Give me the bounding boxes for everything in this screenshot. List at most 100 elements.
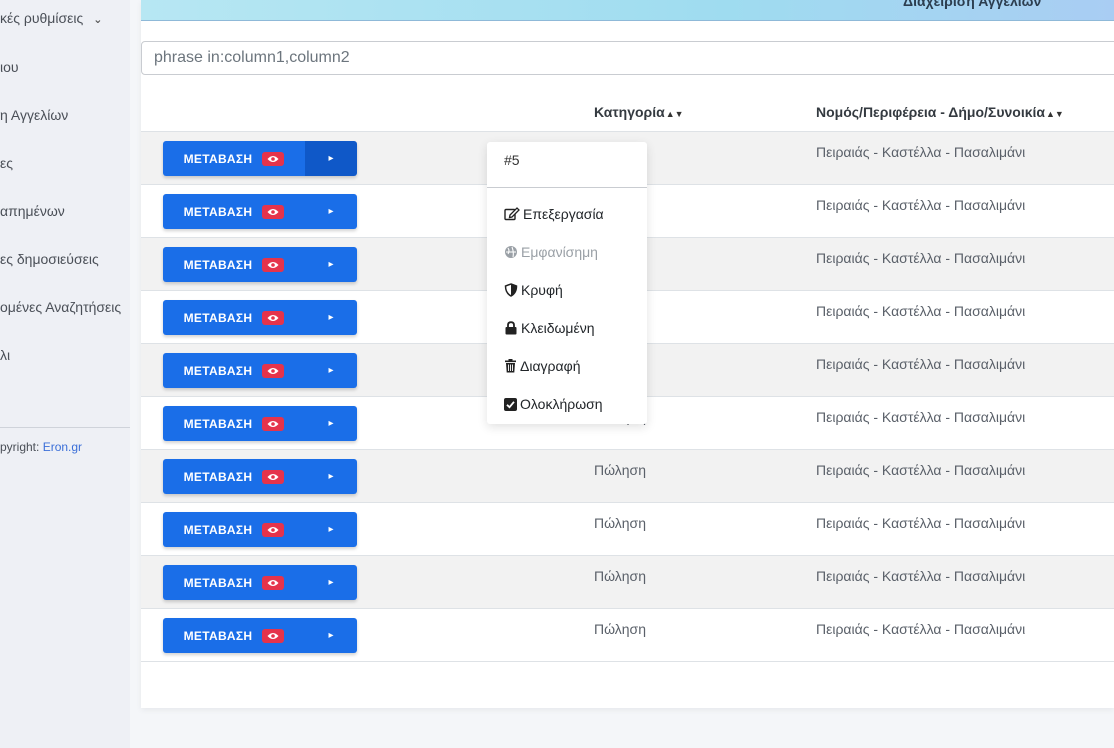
sidebar: κές ρυθμίσεις ⌄ ιου η Αγγελίων ες απημένω… bbox=[0, 0, 130, 748]
category-cell: Πώληση bbox=[594, 621, 646, 637]
column-header-label: Νομός/Περιφέρεια - Δήμο/Συνοικία bbox=[816, 104, 1046, 120]
chevron-right-icon: ▸ bbox=[328, 153, 334, 164]
location-cell: Πειραιάς - Καστέλλα - Πασαλιμάνι bbox=[816, 144, 1026, 160]
goto-button[interactable]: ΜΕΤΑΒΑΣΗ bbox=[163, 194, 305, 229]
goto-button[interactable]: ΜΕΤΑΒΑΣΗ bbox=[163, 353, 305, 388]
action-button-group: ΜΕΤΑΒΑΣΗ ▸ bbox=[163, 512, 357, 547]
goto-button-label: ΜΕΤΑΒΑΣΗ bbox=[183, 204, 253, 219]
dropdown-toggle-button[interactable]: ▸ bbox=[305, 194, 357, 229]
goto-button-label: ΜΕΤΑΒΑΣΗ bbox=[183, 257, 253, 272]
action-button-group: ΜΕΤΑΒΑΣΗ ▸ bbox=[163, 141, 357, 176]
sidebar-item-listings[interactable]: η Αγγελίων bbox=[0, 107, 68, 123]
eye-icon bbox=[262, 363, 285, 378]
dropdown-toggle-button[interactable]: ▸ bbox=[305, 141, 357, 176]
chevron-down-icon: ⌄ bbox=[93, 14, 103, 26]
chevron-right-icon: ▸ bbox=[328, 577, 334, 588]
column-header-category[interactable]: Κατηγορία▲▼ bbox=[594, 104, 684, 120]
location-cell: Πειραιάς - Καστέλλα - Πασαλιμάνι bbox=[816, 197, 1026, 213]
chevron-right-icon: ▸ bbox=[328, 365, 334, 376]
dropdown-toggle-button[interactable]: ▸ bbox=[305, 512, 357, 547]
category-cell: Πώληση bbox=[594, 568, 646, 584]
lock-icon bbox=[504, 321, 518, 335]
sidebar-item-label: ομένες Αναζητήσεις bbox=[0, 299, 122, 315]
menu-item-hidden[interactable]: Κρυφή bbox=[504, 282, 563, 298]
goto-button-label: ΜΕΤΑΒΑΣΗ bbox=[183, 151, 253, 166]
dropdown-toggle-button[interactable]: ▸ bbox=[305, 618, 357, 653]
goto-button[interactable]: ΜΕΤΑΒΑΣΗ bbox=[163, 618, 305, 653]
category-cell: Πώληση bbox=[594, 515, 646, 531]
location-cell: Πειραιάς - Καστέλλα - Πασαλιμάνι bbox=[816, 356, 1026, 372]
dropdown-divider bbox=[487, 187, 647, 188]
action-button-group: ΜΕΤΑΒΑΣΗ ▸ bbox=[163, 353, 357, 388]
menu-item-visible[interactable]: Εμφανίσημη bbox=[504, 244, 598, 260]
dropdown-toggle-button[interactable]: ▸ bbox=[305, 459, 357, 494]
goto-button-label: ΜΕΤΑΒΑΣΗ bbox=[183, 416, 253, 431]
location-cell: Πειραιάς - Καστέλλα - Πασαλιμάνι bbox=[816, 250, 1026, 266]
menu-item-complete[interactable]: Ολοκλήρωση bbox=[504, 396, 603, 412]
menu-item-delete[interactable]: Διαγραφή bbox=[504, 358, 580, 374]
sidebar-item-messages[interactable]: ες bbox=[0, 155, 13, 171]
goto-button-label: ΜΕΤΑΒΑΣΗ bbox=[183, 363, 253, 378]
goto-button-label: ΜΕΤΑΒΑΣΗ bbox=[183, 469, 253, 484]
globe-icon bbox=[504, 245, 518, 259]
column-header-location[interactable]: Νομός/Περιφέρεια - Δήμο/Συνοικία▲▼ bbox=[816, 104, 1064, 120]
action-button-group: ΜΕΤΑΒΑΣΗ ▸ bbox=[163, 459, 357, 494]
main-content: Διαχείριση Αγγελιών Κατηγορία▲▼ Νομός/Πε… bbox=[130, 0, 1114, 748]
chevron-right-icon: ▸ bbox=[328, 418, 334, 429]
goto-button-label: ΜΕΤΑΒΑΣΗ bbox=[183, 575, 253, 590]
goto-button[interactable]: ΜΕΤΑΒΑΣΗ bbox=[163, 247, 305, 282]
table-row: ΜΕΤΑΒΑΣΗ ▸ Πώληση Πειραιάς - Καστέλλα - Πασ… bbox=[141, 556, 1114, 609]
action-button-group: ΜΕΤΑΒΑΣΗ ▸ bbox=[163, 300, 357, 335]
menu-item-label: Εμφανίσημη bbox=[521, 244, 598, 260]
menu-item-label: Επεξεργασία bbox=[523, 206, 604, 222]
goto-button[interactable]: ΜΕΤΑΒΑΣΗ bbox=[163, 565, 305, 600]
location-cell: Πειραιάς - Καστέλλα - Πασαλιμάνι bbox=[816, 515, 1026, 531]
menu-item-edit[interactable]: Επεξεργασία bbox=[504, 206, 604, 222]
sidebar-item-label: κές ρυθμίσεις bbox=[0, 10, 84, 26]
dropdown-toggle-button[interactable]: ▸ bbox=[305, 353, 357, 388]
sidebar-item-saved-searches[interactable]: ομένες Αναζητήσεις bbox=[0, 299, 121, 315]
sidebar-item-profile[interactable]: ιου bbox=[0, 59, 19, 75]
sidebar-item-favorites[interactable]: απημένων bbox=[0, 203, 65, 219]
dropdown-toggle-button[interactable]: ▸ bbox=[305, 565, 357, 600]
goto-button[interactable]: ΜΕΤΑΒΑΣΗ bbox=[163, 141, 305, 176]
checkbox-icon bbox=[504, 397, 517, 411]
goto-button[interactable]: ΜΕΤΑΒΑΣΗ bbox=[163, 512, 305, 547]
eye-icon bbox=[262, 151, 285, 166]
trash-icon bbox=[504, 359, 517, 373]
shield-icon bbox=[504, 283, 518, 297]
menu-item-locked[interactable]: Κλειδωμένη bbox=[504, 320, 595, 336]
column-header-label: Κατηγορία bbox=[594, 104, 665, 120]
table-row: ΜΕΤΑΒΑΣΗ ▸ Πώληση Πειραιάς - Καστέλλα - Πασ… bbox=[141, 609, 1114, 662]
sidebar-item-label: ες δημοσιεύσεις bbox=[0, 251, 99, 267]
dropdown-toggle-button[interactable]: ▸ bbox=[305, 406, 357, 441]
eye-icon bbox=[262, 204, 285, 219]
dropdown-toggle-button[interactable]: ▸ bbox=[305, 247, 357, 282]
location-cell: Πειραιάς - Καστέλλα - Πασαλιμάνι bbox=[816, 568, 1026, 584]
goto-button[interactable]: ΜΕΤΑΒΑΣΗ bbox=[163, 406, 305, 441]
sidebar-divider bbox=[0, 427, 130, 428]
eye-icon bbox=[262, 416, 285, 431]
eye-icon bbox=[262, 469, 285, 484]
sidebar-item-label: ιου bbox=[0, 59, 19, 75]
table-row: ΜΕΤΑΒΑΣΗ ▸ Πώληση Πειραιάς - Καστέλλα - Πασ… bbox=[141, 450, 1114, 503]
copyright-link[interactable]: Eron.gr bbox=[43, 440, 82, 454]
page-header: Διαχείριση Αγγελιών bbox=[141, 0, 1114, 21]
dropdown-toggle-button[interactable]: ▸ bbox=[305, 300, 357, 335]
chevron-right-icon: ▸ bbox=[328, 630, 334, 641]
goto-button[interactable]: ΜΕΤΑΒΑΣΗ bbox=[163, 300, 305, 335]
page-title: Διαχείριση Αγγελιών bbox=[903, 0, 1042, 9]
action-button-group: ΜΕΤΑΒΑΣΗ ▸ bbox=[163, 406, 357, 441]
category-cell: Πώληση bbox=[594, 462, 646, 478]
menu-item-label: Ολοκλήρωση bbox=[520, 396, 603, 412]
location-cell: Πειραιάς - Καστέλλα - Πασαλιμάνι bbox=[816, 409, 1026, 425]
goto-button[interactable]: ΜΕΤΑΒΑΣΗ bbox=[163, 459, 305, 494]
action-button-group: ΜΕΤΑΒΑΣΗ ▸ bbox=[163, 565, 357, 600]
sidebar-item-posts[interactable]: ες δημοσιεύσεις bbox=[0, 251, 99, 267]
sidebar-item-settings[interactable]: κές ρυθμίσεις ⌄ bbox=[0, 10, 102, 26]
search-input[interactable] bbox=[141, 41, 1114, 75]
goto-button-label: ΜΕΤΑΒΑΣΗ bbox=[183, 310, 253, 325]
sidebar-item-other[interactable]: λι bbox=[0, 347, 10, 363]
eye-icon bbox=[262, 628, 285, 643]
table-row: ΜΕΤΑΒΑΣΗ ▸ Πώληση Πειραιάς - Καστέλλα - Πασ… bbox=[141, 503, 1114, 556]
